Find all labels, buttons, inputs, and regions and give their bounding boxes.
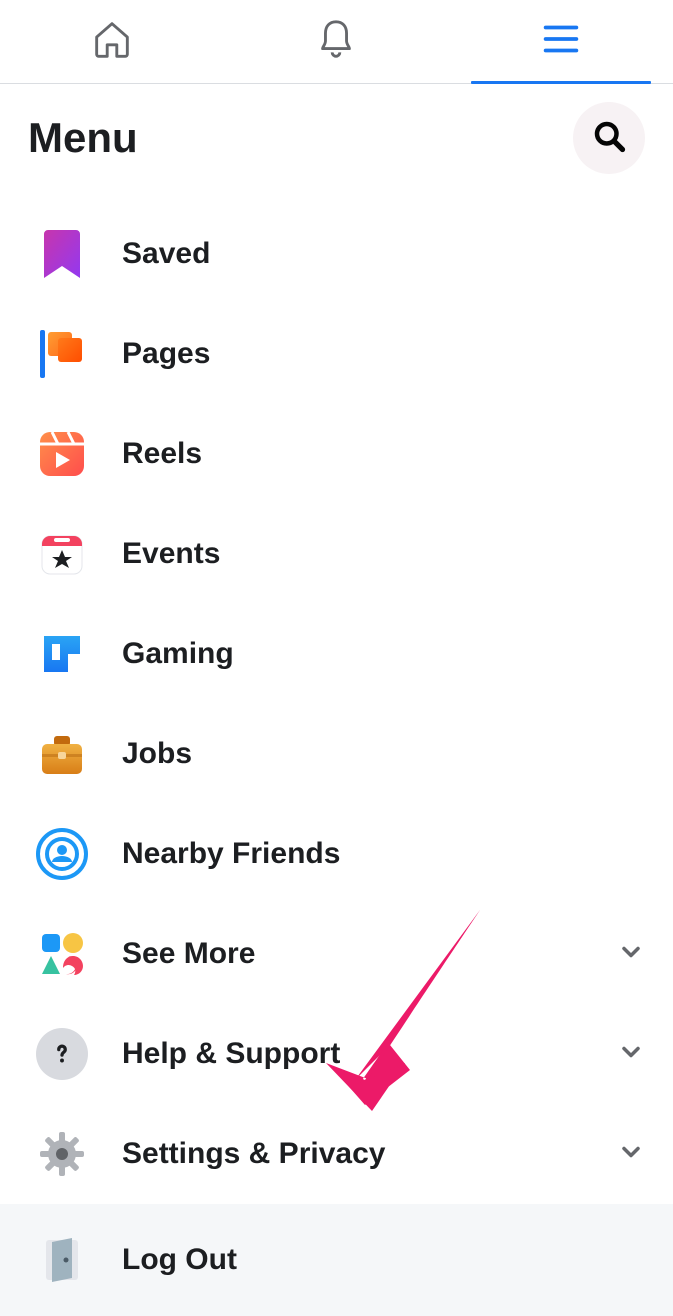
menu-item-label: Jobs xyxy=(122,737,645,771)
search-icon xyxy=(591,118,627,159)
menu-item-label: Nearby Friends xyxy=(122,837,645,871)
menu-list: Saved Pages xyxy=(0,184,673,1316)
tab-menu[interactable] xyxy=(449,0,673,83)
menu-item-nearby-friends[interactable]: Nearby Friends xyxy=(0,804,673,904)
help-icon xyxy=(36,1028,88,1080)
hamburger-icon xyxy=(538,16,584,67)
menu-item-label: Gaming xyxy=(122,637,645,671)
menu-item-log-out[interactable]: Log Out xyxy=(0,1204,673,1316)
menu-item-label: Saved xyxy=(122,237,645,271)
tab-notifications[interactable] xyxy=(224,0,448,83)
gaming-icon xyxy=(36,628,88,680)
menu-item-pages[interactable]: Pages xyxy=(0,304,673,404)
gear-icon xyxy=(36,1128,88,1180)
calendar-icon xyxy=(36,528,88,580)
menu-item-label: Help & Support xyxy=(122,1037,583,1071)
apps-icon xyxy=(36,928,88,980)
menu-header: Menu xyxy=(0,84,673,184)
search-button[interactable] xyxy=(573,102,645,174)
reels-icon xyxy=(36,428,88,480)
chevron-down-icon xyxy=(617,1138,645,1171)
menu-item-label: Settings & Privacy xyxy=(122,1137,583,1171)
tab-home[interactable] xyxy=(0,0,224,83)
flag-icon xyxy=(36,328,88,380)
menu-item-events[interactable]: Events xyxy=(0,504,673,604)
briefcase-icon xyxy=(36,728,88,780)
nearby-friends-icon xyxy=(36,828,88,880)
menu-item-see-more[interactable]: See More xyxy=(0,904,673,1004)
bell-icon xyxy=(313,16,359,67)
menu-item-reels[interactable]: Reels xyxy=(0,404,673,504)
menu-item-help-support[interactable]: Help & Support xyxy=(0,1004,673,1104)
page-title: Menu xyxy=(28,114,138,162)
menu-item-gaming[interactable]: Gaming xyxy=(0,604,673,704)
menu-item-label: Events xyxy=(122,537,645,571)
menu-item-label: Log Out xyxy=(122,1243,645,1277)
menu-item-label: Pages xyxy=(122,337,645,371)
menu-item-label: See More xyxy=(122,937,583,971)
top-tab-bar xyxy=(0,0,673,84)
menu-item-settings-privacy[interactable]: Settings & Privacy xyxy=(0,1104,673,1204)
home-icon xyxy=(89,16,135,67)
chevron-down-icon xyxy=(617,1038,645,1071)
door-icon xyxy=(36,1234,88,1286)
menu-item-jobs[interactable]: Jobs xyxy=(0,704,673,804)
menu-item-label: Reels xyxy=(122,437,645,471)
bookmark-icon xyxy=(36,228,88,280)
chevron-down-icon xyxy=(617,938,645,971)
menu-item-saved[interactable]: Saved xyxy=(0,204,673,304)
